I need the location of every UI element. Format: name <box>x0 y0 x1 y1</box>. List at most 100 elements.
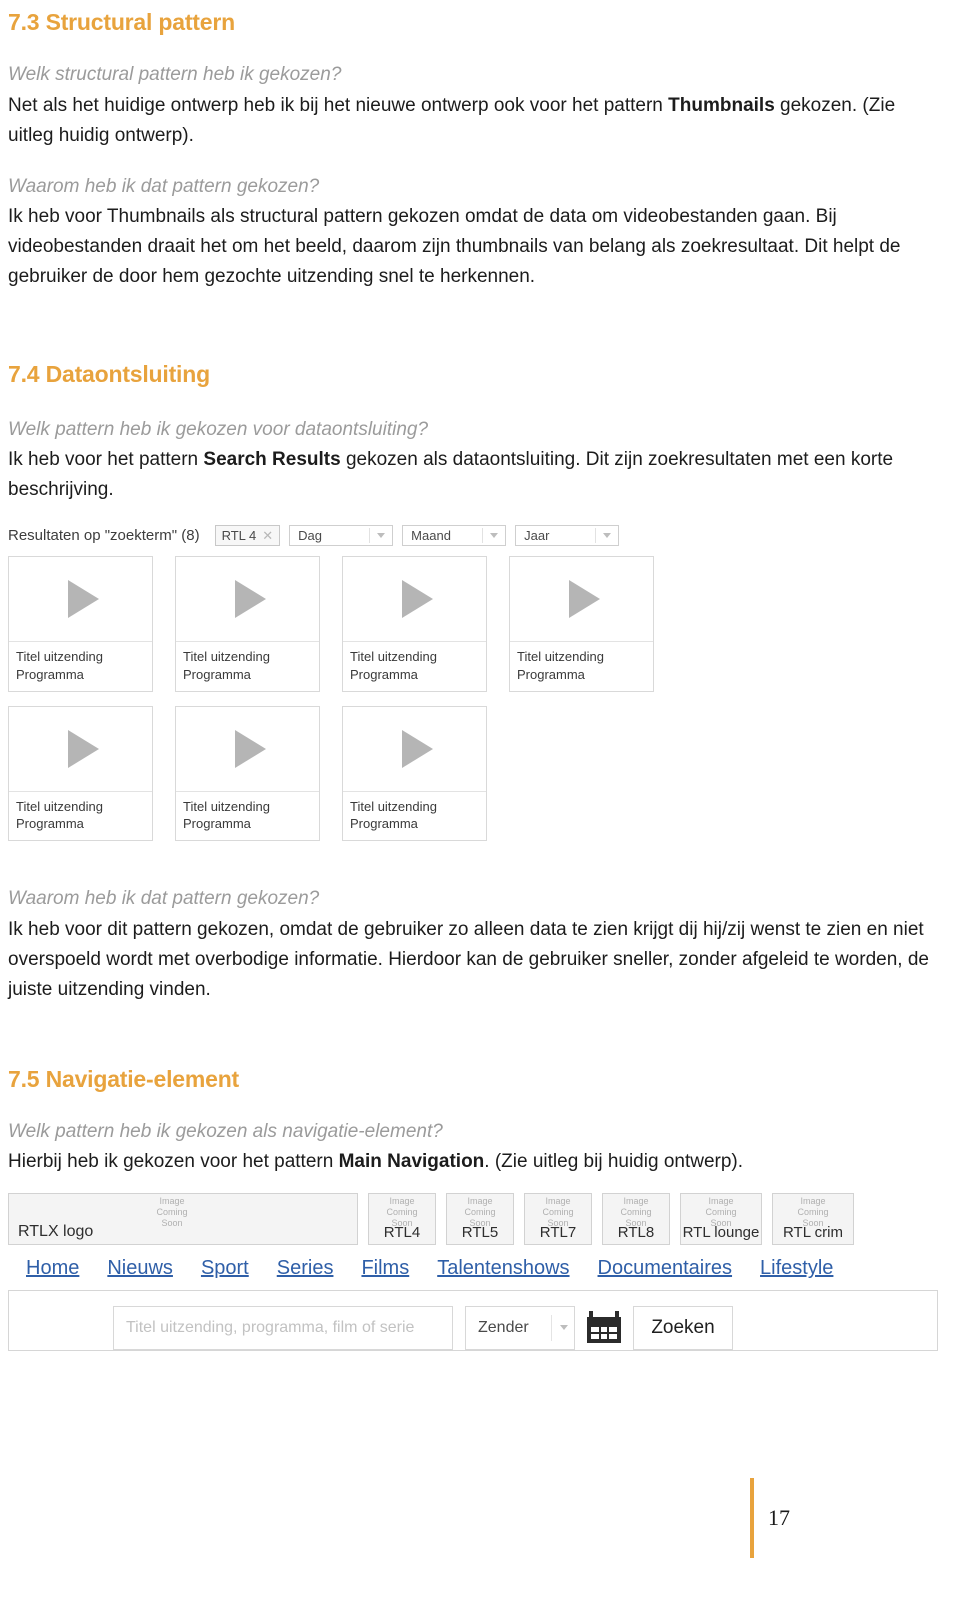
placeholder-line: Coming <box>386 1207 418 1218</box>
document-page: 7.3 Structural pattern Welk structural p… <box>0 0 960 1622</box>
filter-dropdown-maand[interactable]: Maand <box>402 524 507 546</box>
select-divider <box>551 1314 568 1341</box>
search-results-mockup: Resultaten op "zoekterm" (8) RTL 4 ✕ Dag… <box>8 523 668 855</box>
search-bar: Titel uitzending, programma, film of ser… <box>8 1291 938 1352</box>
result-thumbnail[interactable] <box>343 706 486 792</box>
nav-link-nieuws[interactable]: Nieuws <box>107 1257 173 1280</box>
result-thumbnail[interactable] <box>343 557 486 643</box>
result-subtitle: Programma <box>350 815 418 831</box>
result-card[interactable]: Titel uitzending Programma <box>175 556 320 692</box>
logo-tile-label: RTL8 <box>617 1224 655 1242</box>
result-card[interactable]: Titel uitzending Programma <box>175 705 320 841</box>
result-caption: Titel uitzending Programma <box>176 792 319 840</box>
chevron-down-icon <box>377 532 386 538</box>
chevron-down-icon <box>603 532 612 538</box>
search-results-count-label: Resultaten op "zoekterm" (8) <box>8 526 200 544</box>
result-caption: Titel uitzending Programma <box>510 642 653 690</box>
play-icon <box>402 729 433 768</box>
nav-link-lifestyle[interactable]: Lifestyle <box>760 1257 833 1280</box>
nav-link-documentaires[interactable]: Documentaires <box>598 1257 733 1280</box>
result-card[interactable]: Titel uitzending Programma <box>8 705 153 841</box>
logo-tile-rtl5[interactable]: Image Coming Soon RTL5 <box>446 1193 514 1246</box>
result-thumbnail[interactable] <box>176 557 319 643</box>
placeholder-line: Image <box>467 1196 493 1207</box>
result-title: Titel uitzending <box>350 649 437 665</box>
result-card[interactable]: Titel uitzending Programma <box>342 705 487 841</box>
logo-tile-label: RTLX logo <box>18 1223 94 1241</box>
navigation-mockup: Image Coming Soon RTLX logo Image Coming… <box>8 1193 960 1352</box>
page-footer: 17 <box>0 1478 960 1558</box>
result-title: Titel uitzending <box>517 649 604 665</box>
calendar-icon[interactable] <box>587 1310 621 1345</box>
footer-rule <box>749 1478 754 1558</box>
result-thumbnail[interactable] <box>9 706 152 792</box>
logo-tile-rtl8[interactable]: Image Coming Soon RTL8 <box>602 1193 670 1246</box>
placeholder-line: Image <box>800 1196 826 1207</box>
play-icon <box>402 580 433 619</box>
question-7-3-1: Welk structural pattern heb ik gekozen? <box>8 64 342 86</box>
filter-chip-rtl4[interactable]: RTL 4 ✕ <box>214 524 281 546</box>
nav-link-talentenshows[interactable]: Talentenshows <box>437 1257 569 1280</box>
nav-link-sport[interactable]: Sport <box>201 1257 249 1280</box>
result-title: Titel uitzending <box>16 798 103 814</box>
result-card[interactable]: Titel uitzending Programma <box>509 556 654 692</box>
answer-7-3-2: Ik heb voor Thumbnails als structural pa… <box>8 206 901 288</box>
nav-link-films[interactable]: Films <box>361 1257 409 1280</box>
result-card[interactable]: Titel uitzending Programma <box>8 556 153 692</box>
chevron-down-icon <box>490 532 499 538</box>
answer-7-4-1-bold: Search Results <box>203 449 341 471</box>
search-button[interactable]: Zoeken <box>633 1305 733 1350</box>
image-placeholder-icon: Image Coming Soon <box>127 1196 217 1228</box>
answer-7-5-1-post: . (Zie uitleg bij huidig ontwerp). <box>484 1151 744 1173</box>
logo-tile-label: RTL4 <box>383 1224 421 1242</box>
placeholder-line: Coming <box>620 1207 652 1218</box>
play-icon <box>235 729 266 768</box>
logo-tile-label: RTL crim <box>783 1224 843 1242</box>
placeholder-line: Image <box>708 1196 734 1207</box>
logo-tile-rtlx[interactable]: Image Coming Soon RTLX logo <box>8 1193 358 1246</box>
placeholder-line: Coming <box>797 1207 829 1218</box>
channel-select-label: Zender <box>478 1318 529 1336</box>
logo-tile-rtl7[interactable]: Image Coming Soon RTL7 <box>524 1193 592 1246</box>
result-card[interactable]: Titel uitzending Programma <box>342 556 487 692</box>
answer-7-3-1-bold: Thumbnails <box>668 94 775 116</box>
section-heading-7-5: 7.5 Navigatie-element <box>8 1065 240 1092</box>
nav-link-home[interactable]: Home <box>26 1257 79 1280</box>
result-thumbnail[interactable] <box>510 557 653 643</box>
answer-7-3-1-pre: Net als het huidige ontwerp heb ik bij h… <box>8 94 669 116</box>
answer-7-4-1: Ik heb voor het pattern Search Results g… <box>8 445 930 505</box>
answer-7-4-1-pre: Ik heb voor het pattern <box>8 449 204 471</box>
answer-7-5-1-bold: Main Navigation <box>338 1151 485 1173</box>
play-icon <box>569 580 600 619</box>
logo-tile-rtl-lounge[interactable]: Image Coming Soon RTL lounge <box>680 1193 762 1246</box>
channel-select[interactable]: Zender <box>465 1305 575 1350</box>
channel-logo-row: Image Coming Soon RTLX logo Image Coming… <box>8 1193 960 1246</box>
result-subtitle: Programma <box>16 815 84 831</box>
result-thumbnail[interactable] <box>176 706 319 792</box>
logo-tile-label: RTL5 <box>461 1224 499 1242</box>
play-icon <box>68 729 99 768</box>
result-subtitle: Programma <box>16 666 84 682</box>
filter-chip-label: RTL 4 <box>221 527 257 543</box>
play-icon <box>68 580 99 619</box>
search-results-filter-bar: Resultaten op "zoekterm" (8) RTL 4 ✕ Dag… <box>8 523 668 547</box>
section-heading-7-3: 7.3 Structural pattern <box>8 9 235 35</box>
question-7-4-2: Waarom heb ik dat pattern gekozen? <box>8 887 320 909</box>
search-input[interactable]: Titel uitzending, programma, film of ser… <box>113 1305 453 1350</box>
close-icon[interactable]: ✕ <box>262 529 273 542</box>
placeholder-line: Image <box>623 1196 649 1207</box>
search-results-grid: Titel uitzending Programma Titel uitzend… <box>8 556 668 855</box>
page-content: 7.3 Structural pattern Welk structural p… <box>0 0 960 1352</box>
result-thumbnail[interactable] <box>9 557 152 643</box>
filter-dropdown-maand-label: Maand <box>411 527 451 543</box>
filter-dropdown-jaar[interactable]: Jaar <box>515 524 620 546</box>
nav-link-series[interactable]: Series <box>277 1257 334 1280</box>
filter-dropdown-dag[interactable]: Dag <box>289 524 394 546</box>
result-subtitle: Programma <box>183 815 251 831</box>
logo-tile-rtl-crime[interactable]: Image Coming Soon RTL crim <box>772 1193 854 1246</box>
question-7-3-2: Waarom heb ik dat pattern gekozen? <box>8 175 320 197</box>
dropdown-divider <box>595 527 615 543</box>
logo-tile-rtl4[interactable]: Image Coming Soon RTL4 <box>368 1193 436 1246</box>
